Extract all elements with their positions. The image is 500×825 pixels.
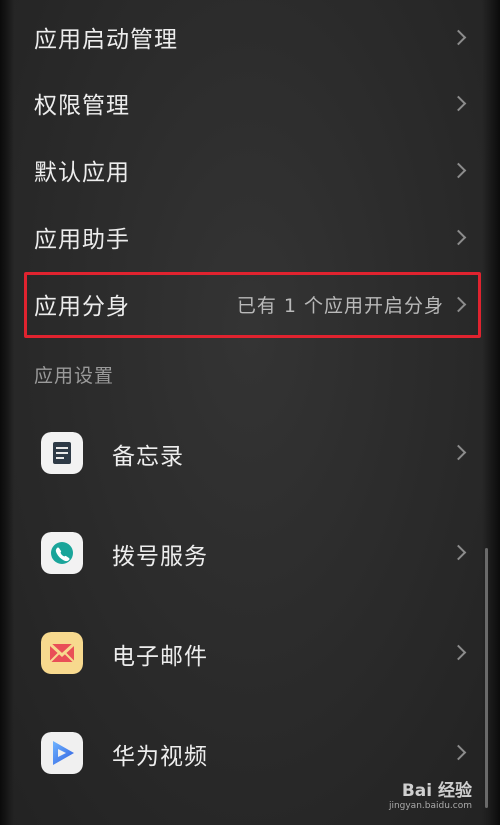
app-label: 备忘录 (112, 444, 184, 470)
phone-icon (41, 532, 83, 574)
app-row-email[interactable]: 电子邮件 (0, 607, 500, 697)
chevron-right-icon (450, 444, 467, 461)
chevron-right-icon (450, 95, 467, 111)
chevron-right-icon (450, 544, 467, 561)
watermark-url: jingyan.baidu.com (388, 801, 472, 811)
row-default-apps[interactable]: 默认应用 (0, 137, 500, 203)
chevron-right-icon (450, 744, 467, 761)
app-label: 电子邮件 (112, 644, 208, 670)
app-label: 拨号服务 (112, 544, 208, 570)
chevron-right-icon (450, 229, 467, 245)
scrollbar[interactable] (485, 548, 488, 808)
row-label: 应用启动管理 (34, 27, 178, 53)
mail-icon (41, 632, 83, 674)
chevron-right-icon (450, 162, 467, 178)
row-app-assistant[interactable]: 应用助手 (0, 204, 500, 270)
watermark: Bai 经验 jingyan.baidu.com (376, 776, 472, 811)
row-permission-management[interactable]: 权限管理 (0, 70, 500, 136)
notepad-icon (41, 432, 83, 474)
chevron-right-icon (450, 29, 467, 45)
row-label: 权限管理 (34, 93, 130, 119)
app-row-notes[interactable]: 备忘录 (0, 407, 500, 497)
watermark-logo: Bai 经验 (401, 781, 472, 801)
app-row-dialer[interactable]: 拨号服务 (0, 507, 500, 597)
highlight-box (24, 272, 481, 338)
row-label: 默认应用 (34, 160, 130, 186)
section-title: 应用设置 (34, 365, 115, 387)
row-app-startup-management[interactable]: 应用启动管理 (0, 4, 500, 70)
settings-screen: 应用启动管理 权限管理 默认应用 应用助手 应用分身 已有 1 个应用开启分身 … (0, 0, 500, 825)
row-label: 应用助手 (34, 227, 130, 253)
chevron-right-icon (450, 644, 467, 661)
app-label: 华为视频 (112, 744, 208, 770)
video-icon (41, 732, 83, 774)
